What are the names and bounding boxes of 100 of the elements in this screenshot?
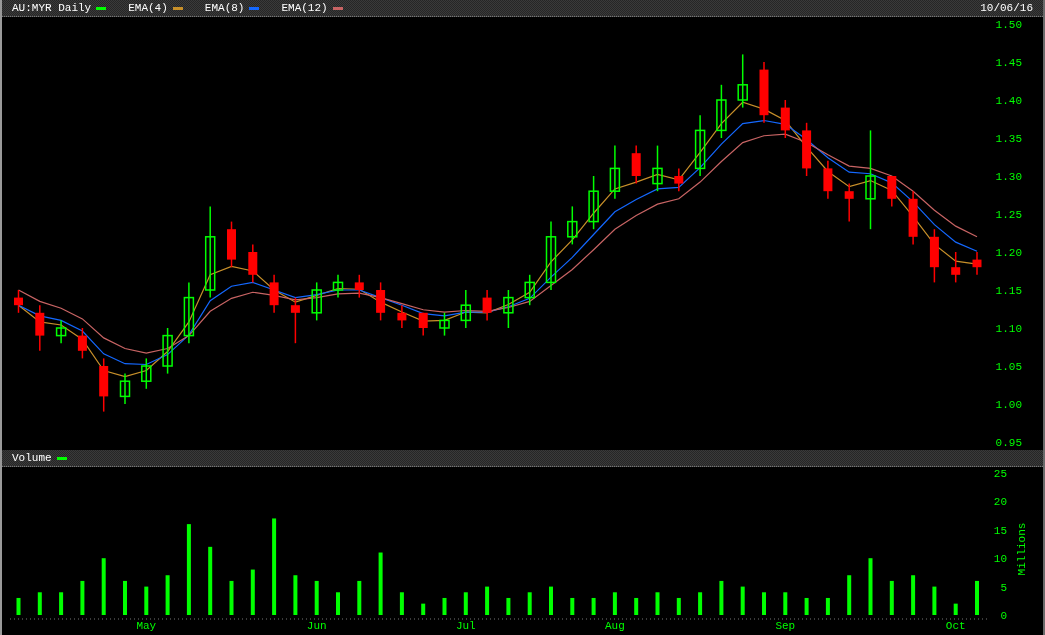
volume-bar xyxy=(485,586,490,615)
volume-bar xyxy=(378,552,383,615)
volume-bar xyxy=(889,580,894,615)
volume-bar xyxy=(165,575,170,615)
volume-bar xyxy=(549,586,553,615)
axis-title: Millions xyxy=(1016,522,1028,576)
candlestick xyxy=(290,296,300,344)
candlestick xyxy=(418,312,428,337)
axis-label: May xyxy=(136,620,157,632)
volume-bar xyxy=(506,597,511,615)
volume-bar xyxy=(783,592,788,615)
volume-bar xyxy=(293,575,298,615)
axis-label: 1.00 xyxy=(995,399,1022,411)
volume-bar xyxy=(634,597,639,615)
axis-label: 1.45 xyxy=(995,57,1022,69)
candlestick xyxy=(802,122,812,177)
candlestick xyxy=(460,289,472,329)
volume-bar xyxy=(208,546,213,615)
volume-bar xyxy=(463,592,468,615)
volume-bar xyxy=(570,597,575,615)
candlestick xyxy=(332,274,344,299)
axis-label: 0.95 xyxy=(995,437,1022,449)
candlestick xyxy=(119,372,131,405)
candlestick xyxy=(780,99,790,139)
axis-label: 0 xyxy=(1000,610,1007,622)
candlestick xyxy=(588,175,599,230)
candlestick xyxy=(77,327,87,360)
candlestick xyxy=(141,357,152,390)
axis-label: Oct xyxy=(945,620,966,632)
volume-bar xyxy=(250,569,255,615)
axis-label: 1.40 xyxy=(995,95,1022,107)
volume-bar xyxy=(911,575,916,615)
volume-bar xyxy=(16,597,21,615)
volume-bar xyxy=(804,597,809,615)
candlestick xyxy=(524,274,535,306)
candlestick xyxy=(716,84,727,139)
candlestick xyxy=(397,304,407,329)
candlestick xyxy=(183,281,195,344)
candlestick xyxy=(823,160,833,200)
volume-bar xyxy=(442,597,447,615)
axis-label: 20 xyxy=(993,496,1007,509)
candlestick xyxy=(545,220,557,291)
volume-bar xyxy=(421,603,426,615)
candlestick xyxy=(929,228,939,284)
axis-label: 1.35 xyxy=(995,133,1022,145)
volume-bar xyxy=(229,580,234,615)
legend-item: EMA(4) xyxy=(128,2,183,14)
volume-bar xyxy=(37,592,42,615)
candlestick xyxy=(354,274,364,299)
candlestick xyxy=(99,357,109,413)
volume-bar xyxy=(357,580,362,615)
volume-bar xyxy=(527,592,532,615)
legend-item: EMA(8) xyxy=(204,2,260,14)
candlestick xyxy=(311,281,322,322)
volume-bar xyxy=(59,592,64,615)
axis-label: 5 xyxy=(1000,581,1007,594)
candlestick xyxy=(844,182,854,223)
axis-label: 1.20 xyxy=(995,247,1022,259)
axis-label: Aug xyxy=(605,620,625,632)
volume-bar xyxy=(932,586,937,615)
axis-label: 1.30 xyxy=(995,171,1022,183)
volume-bar xyxy=(975,580,979,615)
candlestick xyxy=(908,190,918,246)
candlestick xyxy=(35,304,45,352)
axis-label: 15 xyxy=(993,524,1007,537)
candlestick xyxy=(674,167,684,192)
volume-bar xyxy=(591,597,596,615)
candlestick xyxy=(609,144,621,200)
axis-label: Jul xyxy=(455,620,476,632)
axis-label: Jun xyxy=(306,620,327,632)
axis-label: 25 xyxy=(993,468,1007,480)
volume-bar xyxy=(868,558,873,615)
volume-bar xyxy=(719,580,724,615)
axis-label: 1.05 xyxy=(995,361,1022,373)
volume-bar xyxy=(612,592,617,615)
volume-bar xyxy=(847,575,852,615)
axis-label: 1.25 xyxy=(995,209,1022,221)
axis-label: 1.15 xyxy=(995,285,1022,297)
volume-bar xyxy=(80,580,85,615)
volume-bar xyxy=(676,597,681,615)
volume-bar xyxy=(144,586,149,615)
volume-bar xyxy=(399,592,404,615)
volume-bar xyxy=(953,603,958,615)
volume-bar xyxy=(655,592,660,615)
volume-bar xyxy=(314,580,319,615)
volume-bar xyxy=(762,592,766,615)
candlestick xyxy=(482,289,492,322)
candlestick xyxy=(248,243,258,284)
legend-swatch xyxy=(96,6,107,10)
candlestick xyxy=(162,327,173,375)
legend-item: AU:MYR Daily xyxy=(12,2,107,14)
candlestick xyxy=(887,175,897,208)
candlestick xyxy=(376,281,386,322)
candlestick xyxy=(269,274,279,314)
volume-bar xyxy=(336,592,340,615)
legend-item: Volume xyxy=(12,452,67,464)
legend-item: EMA(12) xyxy=(281,2,343,14)
volume-bar xyxy=(740,586,745,615)
axis-label: Sep xyxy=(775,620,796,632)
axis-label: 10 xyxy=(993,553,1007,566)
